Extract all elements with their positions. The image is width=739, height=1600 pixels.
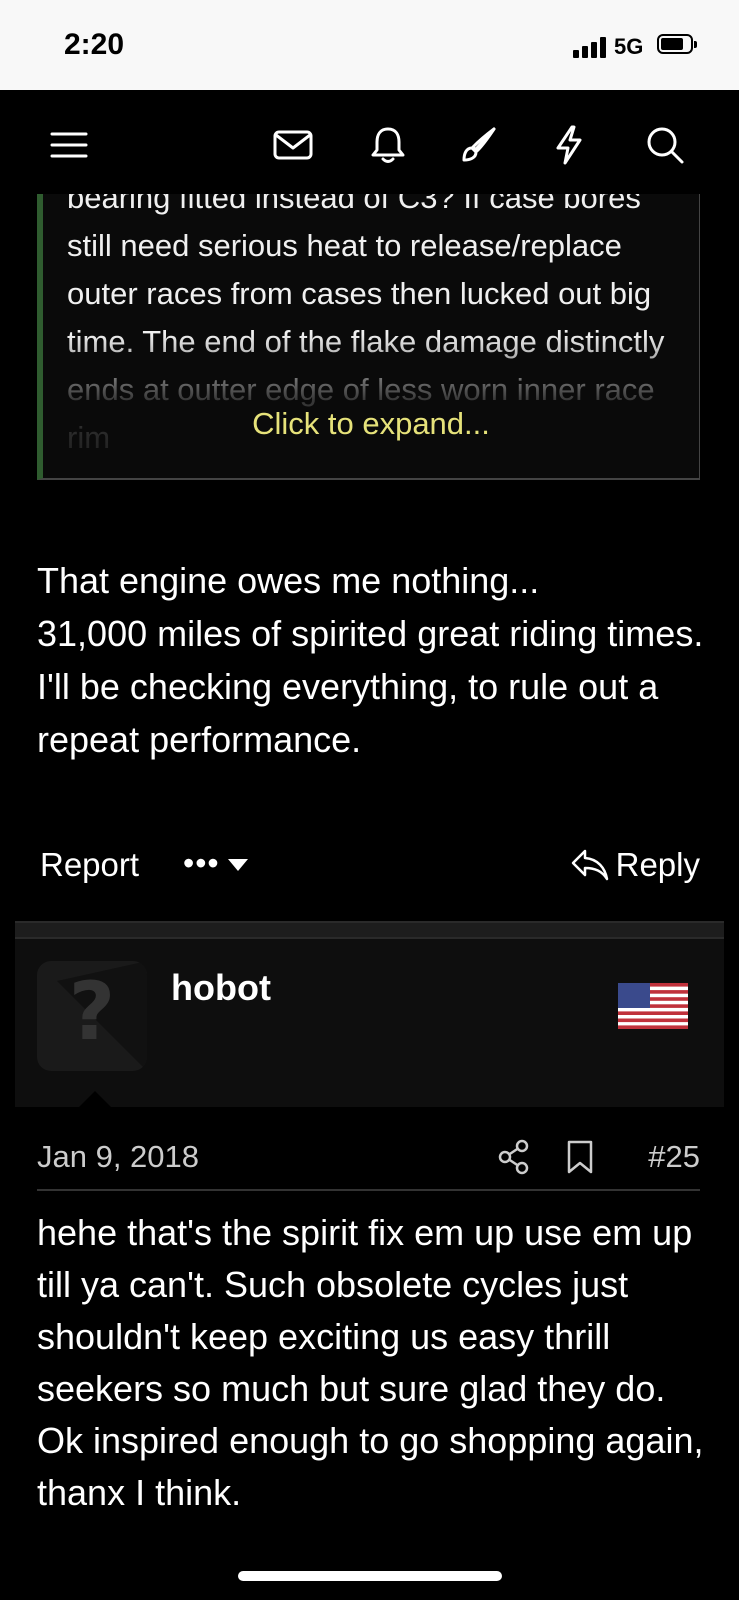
chevron-down-icon bbox=[227, 859, 248, 871]
user-block: ? hobot bbox=[15, 939, 724, 1109]
post-date[interactable]: Jan 9, 2018 bbox=[37, 1139, 199, 1175]
menu-icon[interactable] bbox=[46, 122, 92, 168]
status-time: 2:20 bbox=[64, 28, 125, 61]
post-item: ? hobot Jan 9, 2018 #25 hehe that's the … bbox=[15, 939, 724, 1600]
reply-button[interactable]: Reply bbox=[570, 846, 700, 884]
app-header bbox=[0, 90, 739, 194]
expand-quote-link[interactable]: Click to expand... bbox=[43, 406, 699, 442]
reply-label: Reply bbox=[615, 846, 700, 883]
post-body: That engine owes me nothing... 31,000 mi… bbox=[37, 560, 704, 760]
username[interactable]: hobot bbox=[171, 967, 271, 1009]
home-indicator[interactable] bbox=[238, 1571, 502, 1581]
lightning-icon[interactable] bbox=[546, 122, 592, 168]
quote-block: bearing fitted instead of C3? If case bo… bbox=[37, 194, 700, 480]
share-icon[interactable] bbox=[497, 1139, 531, 1175]
post-actions: Report ••• Reply bbox=[40, 846, 700, 896]
us-flag-icon bbox=[618, 983, 688, 1029]
post-body: hehe that's the spirit fix em up use em … bbox=[37, 1212, 704, 1513]
default-avatar-icon: ? bbox=[57, 961, 147, 1071]
post-meta: Jan 9, 2018 #25 bbox=[37, 1139, 700, 1191]
battery-icon bbox=[657, 34, 697, 56]
more-dots-icon: ••• bbox=[183, 845, 220, 881]
report-link[interactable]: Report bbox=[40, 846, 139, 884]
avatar[interactable]: ? bbox=[37, 961, 147, 1071]
thread-content: bearing fitted instead of C3? If case bo… bbox=[0, 194, 739, 1600]
signal-icon bbox=[573, 36, 606, 58]
status-bar: 2:20 5G bbox=[0, 0, 739, 90]
inbox-icon[interactable] bbox=[270, 122, 316, 168]
post-number[interactable]: #25 bbox=[648, 1139, 700, 1175]
search-icon[interactable] bbox=[642, 122, 688, 168]
reply-icon bbox=[571, 849, 608, 881]
svg-text:?: ? bbox=[69, 965, 115, 1058]
network-type: 5G bbox=[614, 34, 644, 59]
brush-icon[interactable] bbox=[456, 122, 502, 168]
post-divider bbox=[15, 921, 724, 939]
user-block-pointer bbox=[77, 1091, 113, 1109]
bookmark-icon[interactable] bbox=[565, 1139, 595, 1175]
bell-icon[interactable] bbox=[365, 122, 411, 168]
more-options-menu[interactable]: ••• bbox=[183, 845, 248, 881]
